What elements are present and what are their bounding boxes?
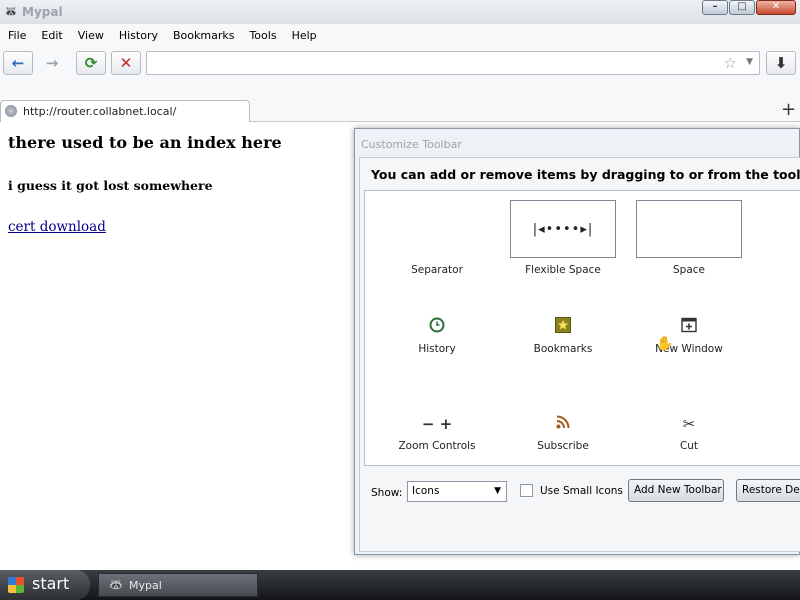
toolbar-palette: Separator |◂••••▸| Flexible Space Space … (364, 190, 800, 466)
palette-item-separator[interactable]: Separator (377, 200, 497, 276)
palette-item-history[interactable]: History (377, 317, 497, 355)
menu-tools[interactable]: Tools (249, 29, 276, 42)
palette-item-label: Subscribe (537, 440, 589, 452)
globe-favicon-icon (5, 105, 17, 117)
palette-item-space[interactable]: Space (629, 200, 749, 276)
history-clock-icon (427, 317, 447, 337)
taskbar-item-label: Mypal (129, 579, 162, 592)
back-button[interactable]: ← (3, 51, 33, 75)
reload-button[interactable]: ⟳ (76, 51, 106, 75)
menu-help[interactable]: Help (292, 29, 317, 42)
taskbar: start 🦝 Mypal (0, 570, 800, 600)
url-input[interactable]: ☆ ▼ (146, 51, 760, 75)
close-button[interactable]: ✕ (756, 0, 796, 15)
forward-arrow-icon: → (45, 54, 59, 72)
back-arrow-icon: ← (11, 54, 25, 72)
show-select-value: Icons (412, 485, 440, 497)
stop-button[interactable]: ✕ (111, 51, 141, 75)
page-subheading: i guess it got lost somewhere (8, 178, 213, 193)
palette-item-bookmarks[interactable]: Bookmarks (503, 317, 623, 355)
scissors-cut-icon: ✂ (682, 415, 696, 433)
downloads-button[interactable]: ⬇ (766, 51, 796, 75)
url-history-dropdown-icon[interactable]: ▼ (746, 57, 753, 67)
palette-item-label: New Window (655, 343, 723, 355)
dialog-body: You can add or remove items by dragging … (359, 157, 800, 552)
menu-bar: File Edit View History Bookmarks Tools H… (0, 24, 800, 46)
taskbar-item-mypal[interactable]: 🦝 Mypal (98, 573, 258, 597)
maximize-button[interactable]: □ (729, 0, 755, 15)
palette-item-zoom-controls[interactable]: − + Zoom Controls (377, 414, 497, 452)
dialog-heading: You can add or remove items by dragging … (371, 167, 800, 182)
palette-item-label: Separator (411, 264, 463, 276)
forward-button[interactable]: → (37, 51, 67, 75)
windows-logo-icon (8, 577, 24, 593)
palette-item-label: Zoom Controls (398, 440, 476, 452)
menu-bookmarks[interactable]: Bookmarks (173, 29, 234, 42)
raccoon-app-icon: 🦝 (4, 5, 18, 18)
space-icon (636, 200, 742, 258)
restore-default-set-button[interactable]: Restore Default Set (736, 479, 800, 502)
tab-router[interactable]: http://router.collabnet.local/ (0, 100, 250, 122)
palette-item-new-window[interactable]: New Window (629, 317, 749, 355)
flexible-space-icon: |◂••••▸| (510, 200, 616, 258)
add-new-toolbar-button[interactable]: Add New Toolbar (628, 479, 724, 502)
reload-icon: ⟳ (84, 54, 98, 72)
use-small-icons-checkbox[interactable] (520, 484, 533, 497)
start-button[interactable]: start (0, 570, 90, 600)
chevron-down-icon: ▼ (494, 486, 501, 496)
show-select[interactable]: Icons ▼ (407, 481, 507, 502)
zoom-controls-icon: − + (421, 415, 453, 433)
window-titlebar[interactable]: 🦝 Mypal – □ ✕ (0, 0, 800, 24)
dialog-title: Customize Toolbar (361, 138, 462, 151)
start-label: start (32, 574, 70, 593)
new-window-icon (679, 317, 699, 337)
menu-view[interactable]: View (78, 29, 104, 42)
stop-icon: ✕ (119, 54, 133, 72)
cert-download-link[interactable]: cert download (8, 219, 106, 235)
menu-edit[interactable]: Edit (41, 29, 62, 42)
menu-file[interactable]: File (8, 29, 26, 42)
bookmarks-star-icon (553, 317, 573, 337)
palette-item-label: Cut (679, 440, 699, 452)
download-icon: ⬇ (774, 54, 788, 72)
palette-item-label: Space (673, 264, 705, 276)
show-label: Show: (371, 487, 403, 499)
window-title: Mypal (22, 5, 63, 19)
palette-item-label: Bookmarks (533, 343, 593, 355)
minimize-button[interactable]: – (702, 0, 728, 15)
navigation-toolbar: ← → ⟳ ✕ ☆ ▼ ⬇ (0, 46, 800, 80)
bookmark-star-icon[interactable]: ☆ (724, 55, 737, 71)
palette-item-cut[interactable]: ✂ Cut (629, 414, 749, 452)
menu-history[interactable]: History (119, 29, 158, 42)
rss-subscribe-icon (553, 414, 573, 434)
page-heading: there used to be an index here (8, 133, 282, 152)
new-tab-plus-icon[interactable]: + (781, 100, 796, 120)
tab-strip: http://router.collabnet.local/ + (0, 80, 800, 122)
palette-item-flexible-space[interactable]: |◂••••▸| Flexible Space (503, 200, 623, 276)
tab-label: http://router.collabnet.local/ (23, 105, 177, 118)
palette-item-subscribe[interactable]: Subscribe (503, 414, 623, 452)
use-small-icons-label[interactable]: Use Small Icons (540, 485, 623, 497)
palette-item-label: Flexible Space (525, 264, 601, 276)
raccoon-app-icon: 🦝 (109, 578, 123, 591)
customize-toolbar-dialog: Customize Toolbar You can add or remove … (354, 128, 800, 555)
dialog-footer: Show: Icons ▼ Use Small Icons Add New To… (360, 476, 800, 506)
palette-item-label: History (418, 343, 456, 355)
separator-icon (377, 200, 497, 258)
hand-cursor-icon: ✋ (656, 336, 674, 352)
